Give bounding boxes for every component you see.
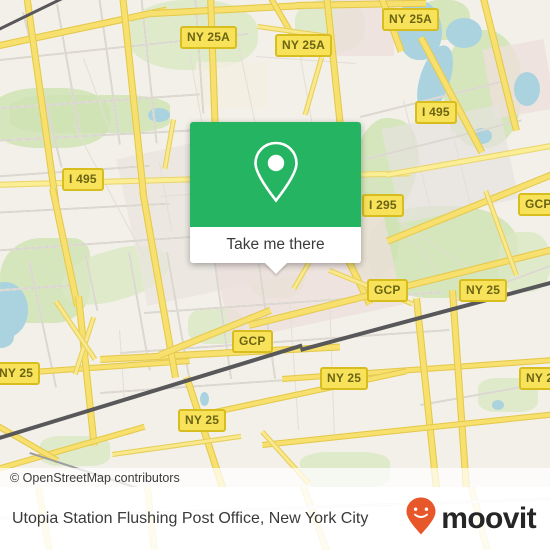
take-me-there-label: Take me there (226, 236, 325, 253)
map-screenshot: NY 25A NY 25A NY 25A I 495 I 495 I 295 GCP GCP N… (0, 0, 550, 550)
osm-attribution-text[interactable]: © OpenStreetMap contributors (0, 471, 180, 485)
road-shield: I 495 (62, 168, 104, 191)
road-shield: NY 25 (459, 279, 508, 302)
road-shield: NY 25A (180, 26, 238, 49)
road-shield: NY 25A (382, 8, 440, 31)
moovit-smiley-pin-icon (405, 496, 437, 541)
road-shield: NY 25 (320, 367, 369, 390)
page-footer: Utopia Station Flushing Post Office, New… (0, 487, 550, 550)
road-shield: NY 25 (178, 409, 227, 432)
road-shield: GCP (518, 193, 550, 216)
water-body (492, 400, 504, 410)
road-shield: NY 25A (275, 34, 333, 57)
road-shield: GCP (367, 279, 408, 302)
water-body (514, 72, 540, 106)
destination-popup-card[interactable]: Take me there (190, 122, 361, 274)
road-shield: NY 25 (519, 367, 550, 390)
map-pin-icon (250, 139, 302, 210)
take-me-there-button[interactable]: Take me there (190, 227, 361, 263)
road-shield: I 295 (362, 194, 404, 217)
moovit-wordmark: moovit (441, 501, 536, 535)
popup-pointer-arrow (264, 263, 287, 274)
popup-image-panel (190, 122, 361, 227)
moovit-logo[interactable]: moovit (405, 496, 550, 541)
map-canvas[interactable]: NY 25A NY 25A NY 25A I 495 I 495 I 295 GCP GCP N… (0, 0, 550, 487)
water-body (200, 392, 209, 406)
map-attribution-bar: © OpenStreetMap contributors (0, 468, 550, 487)
road-shield: NY 25 (0, 362, 41, 385)
road-shield: GCP (232, 330, 273, 353)
location-title: Utopia Station Flushing Post Office, New… (12, 509, 369, 527)
water-body (446, 18, 482, 48)
school-area (196, 62, 268, 108)
road-shield: I 495 (415, 101, 457, 124)
